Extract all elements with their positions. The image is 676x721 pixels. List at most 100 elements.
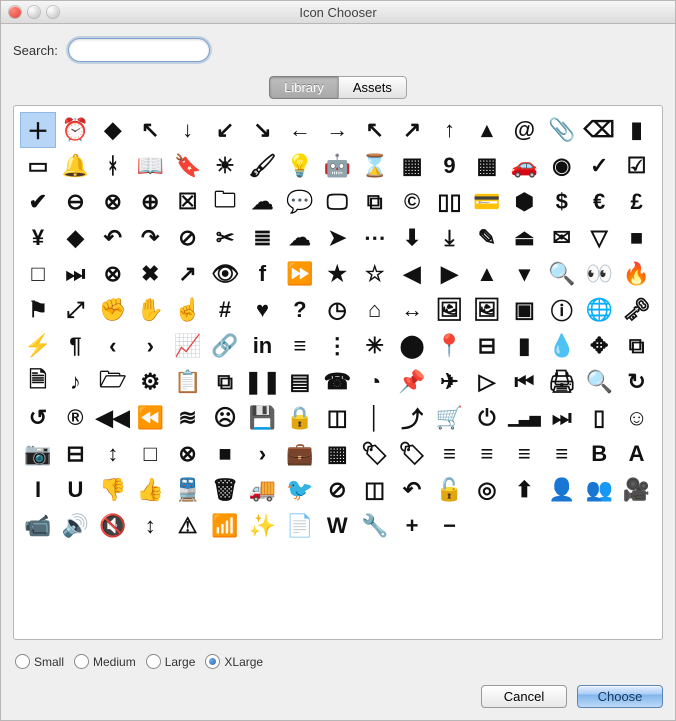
yen-icon[interactable]: ¥ [20, 220, 56, 256]
search-input[interactable] [68, 38, 210, 62]
book-open-icon[interactable]: 📖 [132, 148, 168, 184]
fast-forward-icon[interactable]: ⏩ [282, 256, 318, 292]
list-icon[interactable]: ≡ [282, 328, 318, 364]
dollar-icon[interactable]: $ [544, 184, 580, 220]
pencil-edit-icon[interactable]: ✎ [469, 220, 505, 256]
target-icon[interactable]: ◎ [469, 472, 505, 508]
skip-back-icon[interactable]: ⏮ [506, 364, 542, 400]
size-small-radio[interactable]: Small [15, 654, 64, 669]
pie-chart-icon[interactable]: ◔ [357, 364, 393, 400]
triangle-down-outline-icon[interactable]: ▽ [581, 220, 617, 256]
flag-icon[interactable]: ⚑ [20, 292, 56, 328]
bold-icon[interactable]: B [581, 436, 617, 472]
caret-left-icon[interactable]: ◀ [394, 256, 430, 292]
circle-arrow-up-icon[interactable]: ⬆ [506, 472, 542, 508]
facebook-icon[interactable]: f [244, 256, 280, 292]
new-document-icon[interactable]: 🗎 [20, 364, 56, 400]
arrow-up-right-icon[interactable]: ↗ [394, 112, 430, 148]
circle-minus-icon[interactable]: ⊖ [57, 184, 93, 220]
rewind-icon[interactable]: ⏪ [132, 400, 168, 436]
linkedin-icon[interactable]: in [244, 328, 280, 364]
copyright-icon[interactable]: © [394, 184, 430, 220]
bluetooth-icon[interactable]: ᚼ [95, 148, 131, 184]
user-icon[interactable]: 👤 [544, 472, 580, 508]
line-chart-icon[interactable]: 📈 [170, 328, 206, 364]
square-filled-icon[interactable]: ■ [207, 436, 243, 472]
magic-wand-icon[interactable]: ✨ [244, 508, 280, 544]
user-card-icon[interactable]: ◫ [319, 400, 355, 436]
align-left-icon[interactable]: ≡ [469, 436, 505, 472]
check-icon[interactable]: ✓ [581, 148, 617, 184]
checkbox-checked-icon[interactable]: ☑ [619, 148, 655, 184]
duplicate-icon-outline[interactable]: ⧉ [207, 364, 243, 400]
image-export-icon[interactable]: 🖼 [469, 292, 505, 328]
arrow-down-icon[interactable]: ↓ [170, 112, 206, 148]
smile-face-icon[interactable]: ☺ [619, 400, 655, 436]
redo-icon[interactable]: ↷ [132, 220, 168, 256]
resize-horizontal-icon[interactable]: ↔ [394, 292, 430, 328]
image-icon[interactable]: 🖼 [432, 292, 468, 328]
pause-icon[interactable]: ❚❚ [244, 364, 280, 400]
eye-icon[interactable]: 👁 [207, 256, 243, 292]
diamond-icon[interactable]: ◆ [57, 220, 93, 256]
airplane-icon[interactable]: ✈ [432, 364, 468, 400]
envelope-icon[interactable]: ✉ [544, 220, 580, 256]
circle-plus-icon[interactable]: ⊕ [132, 184, 168, 220]
hand-pointer-icon[interactable]: ☝ [170, 292, 206, 328]
calculator-icon[interactable]: ▦ [394, 148, 430, 184]
battery-icon[interactable]: ▭ [20, 148, 56, 184]
font-icon[interactable]: A [619, 436, 655, 472]
alarm-icon[interactable]: ⏰ [57, 112, 93, 148]
star-outline-icon[interactable]: ☆ [357, 256, 393, 292]
cloud-filled-icon[interactable]: ☁ [244, 184, 280, 220]
trash-icon[interactable]: 🗑 [207, 472, 243, 508]
skip-forward-icon[interactable]: ⏭ [544, 400, 580, 436]
calendar-day-icon[interactable]: 9 [432, 148, 468, 184]
pushpin-icon[interactable]: 📌 [394, 364, 430, 400]
caret-up-icon[interactable]: ▴ [469, 112, 505, 148]
paint-brush-icon[interactable]: 🖌 [244, 148, 280, 184]
chevron-right-bold-icon[interactable]: › [244, 436, 280, 472]
hourglass-icon[interactable]: ⌛ [357, 148, 393, 184]
triangle-up-icon[interactable]: ▲ [469, 256, 505, 292]
map-pin-icon[interactable]: ⬤ [394, 328, 430, 364]
tab-assets[interactable]: Assets [338, 76, 407, 99]
hash-icon[interactable]: # [207, 292, 243, 328]
registered-icon[interactable]: ® [57, 400, 93, 436]
pound-icon[interactable]: £ [619, 184, 655, 220]
clipboard-icon[interactable]: 📋 [170, 364, 206, 400]
twitter-icon[interactable]: 🐦 [282, 472, 318, 508]
cursor-arrow-icon[interactable]: ↖ [132, 112, 168, 148]
paragraph-icon[interactable]: ¶ [57, 328, 93, 364]
move-icon[interactable]: ✥ [581, 328, 617, 364]
stop-outline-icon[interactable]: ▣ [506, 292, 542, 328]
save-floppy-icon[interactable]: 💾 [244, 400, 280, 436]
grid-icon[interactable]: ▦ [319, 436, 355, 472]
pdf-icon[interactable]: ▤ [282, 364, 318, 400]
shopping-cart-icon[interactable]: 🛒 [432, 400, 468, 436]
circle-x-outline-icon[interactable]: ⊗ [95, 256, 131, 292]
briefcase-icon[interactable]: 💼 [282, 436, 318, 472]
undo-curved-icon[interactable]: ↶ [394, 472, 430, 508]
window-zoom-button[interactable] [47, 6, 59, 18]
align-center-icon[interactable]: ≡ [506, 436, 542, 472]
lightbulb-icon[interactable]: 💡 [282, 148, 318, 184]
arrow-left-icon[interactable]: ← [282, 112, 318, 148]
chevron-right-icon[interactable]: › [132, 328, 168, 364]
power-icon[interactable]: ⏻ [469, 400, 505, 436]
choose-button[interactable]: Choose [577, 685, 663, 708]
spinner-icon[interactable]: ✳ [357, 328, 393, 364]
document-x-icon[interactable]: ✖ [132, 256, 168, 292]
window-icon[interactable]: ◫ [357, 472, 393, 508]
thumbs-up-icon[interactable]: 👍 [132, 472, 168, 508]
download-icon[interactable]: ⤓ [432, 220, 468, 256]
do-not-enter-icon[interactable]: ⊘ [170, 220, 206, 256]
tag-remove-icon[interactable]: 🏷 [394, 436, 430, 472]
play-icon[interactable]: ▶ [432, 256, 468, 292]
zoom-in-icon[interactable]: + [394, 508, 430, 544]
circle-x-bold-icon[interactable]: ⊗ [170, 436, 206, 472]
hand-grab-icon[interactable]: ✊ [95, 292, 131, 328]
eject-icon[interactable]: ⏏ [506, 220, 542, 256]
underline-icon[interactable]: U [57, 472, 93, 508]
truck-icon[interactable]: 🚚 [244, 472, 280, 508]
